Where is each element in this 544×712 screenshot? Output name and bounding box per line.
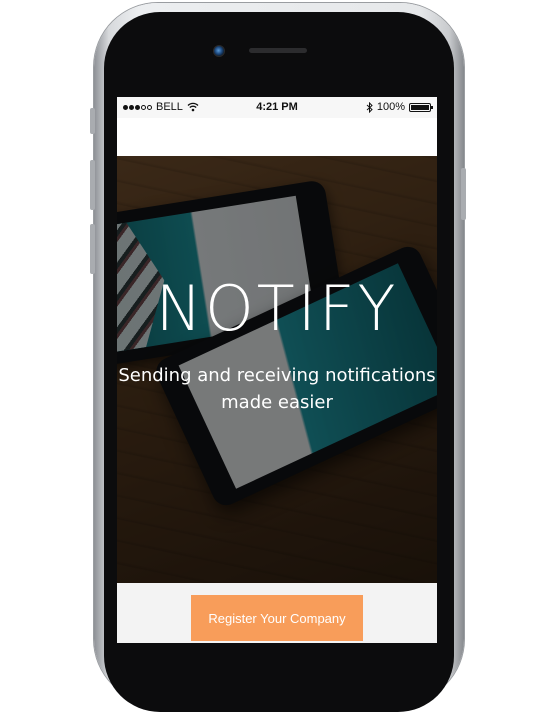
hero-subtitle: Sending and receiving notifications made… — [117, 362, 437, 416]
page-top-bar — [117, 118, 437, 156]
earpiece-speaker — [249, 48, 307, 53]
hero-banner: NOTIFY Sending and receiving notificatio… — [117, 156, 437, 583]
status-bar: BELL 4:21 PM 100% — [117, 97, 437, 118]
volume-up-button — [90, 160, 95, 210]
phone-screen: BELL 4:21 PM 100% NOTIFY Sending and rec… — [117, 97, 437, 643]
battery-icon — [409, 102, 433, 112]
status-right: 100% — [366, 101, 433, 113]
power-button — [461, 168, 466, 220]
volume-down-button — [90, 224, 95, 274]
front-camera — [213, 45, 225, 57]
register-company-button[interactable]: Register Your Company — [191, 595, 363, 641]
hero-title: NOTIFY — [155, 272, 399, 345]
hero-subtitle-line: Sending and receiving notifications — [118, 365, 436, 386]
battery-percent: 100% — [376, 101, 405, 113]
hero-subtitle-line: made easier — [221, 392, 333, 413]
cta-section: Register Your Company — [117, 583, 437, 643]
bluetooth-icon — [366, 101, 373, 113]
mute-switch — [90, 108, 95, 134]
